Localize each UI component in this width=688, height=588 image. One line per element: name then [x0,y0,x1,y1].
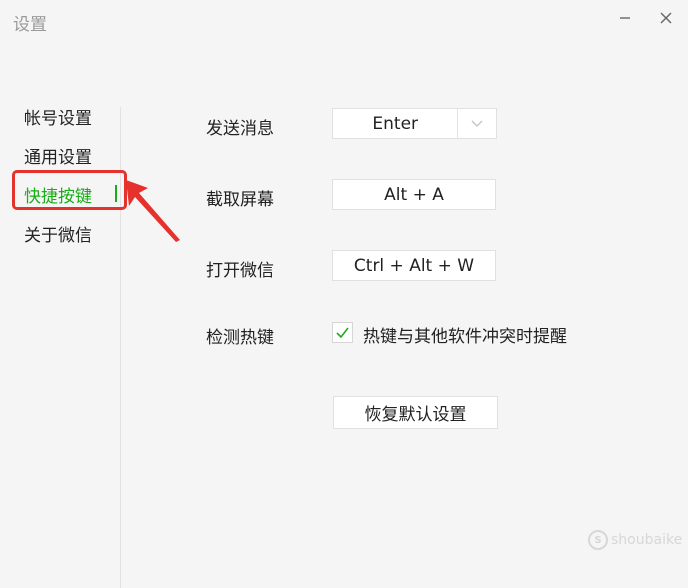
send-message-value: Enter [372,113,419,134]
sidebar-item-account[interactable]: 帐号设置 [24,104,92,129]
open-wechat-hotkey-field[interactable]: Ctrl + Alt + W [332,250,496,281]
send-message-select[interactable]: Enter [332,108,497,139]
watermark-logo-icon: S [588,530,608,550]
open-wechat-label: 打开微信 [206,261,274,281]
close-button[interactable] [654,6,678,30]
hotkey-conflict-checkbox[interactable] [332,322,353,343]
screenshot-label: 截取屏幕 [206,190,274,210]
restore-defaults-button[interactable]: 恢复默认设置 [333,396,498,429]
close-icon [660,12,672,24]
watermark-text: shoubaike [611,532,683,548]
annotation-arrow-icon [126,180,180,242]
sidebar-item-about[interactable]: 关于微信 [24,221,92,246]
send-message-label: 发送消息 [206,119,274,139]
watermark: S shoubaike [588,530,682,550]
window-title: 设置 [13,15,47,35]
minimize-icon [620,17,630,19]
sidebar-item-general[interactable]: 通用设置 [24,143,92,168]
checkmark-icon [336,327,349,338]
dropdown-toggle[interactable] [457,109,496,138]
minimize-button[interactable] [613,6,637,30]
detect-hotkey-label: 检测热键 [206,328,274,348]
hotkey-conflict-checkbox-label[interactable]: 热键与其他软件冲突时提醒 [363,322,567,347]
chevron-down-icon [471,120,483,127]
screenshot-hotkey-field[interactable]: Alt + A [332,179,496,210]
annotation-highlight-box [12,170,127,210]
